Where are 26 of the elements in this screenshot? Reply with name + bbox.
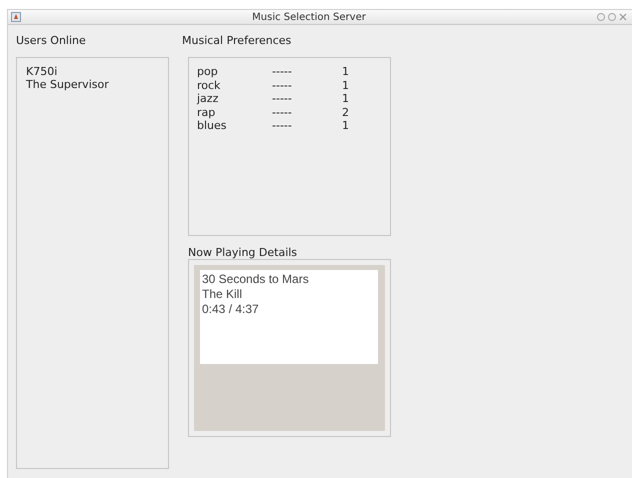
preference-count: 1	[342, 119, 349, 132]
genre-name: blues	[197, 119, 228, 132]
preference-count: 1	[342, 78, 349, 92]
detail-line: 30 Seconds to Mars	[202, 272, 309, 287]
close-icon[interactable]	[619, 13, 627, 21]
section-label: Now Playing Details	[188, 246, 298, 259]
genre-name: pop	[197, 65, 219, 78]
separator-text: -----	[272, 65, 293, 78]
separator-text: -----	[272, 119, 293, 132]
genre-name: rock	[197, 78, 222, 92]
separator-text: -----	[272, 92, 293, 106]
app-icon	[11, 12, 21, 22]
detail-line: The Kill	[202, 287, 242, 302]
section-label: Users Online	[16, 33, 87, 49]
detail-line: 0:43 / 4:37	[202, 302, 259, 317]
preference-count: 1	[342, 92, 349, 106]
preference-count: 1	[342, 65, 349, 78]
genre-name: jazz	[197, 92, 220, 106]
user-item[interactable]: The Supervisor	[26, 78, 109, 91]
genre-name: rap	[197, 106, 216, 119]
separator-text: -----	[272, 106, 293, 119]
window-title: Music Selection Server	[251, 10, 367, 24]
user-item[interactable]: K750i	[26, 65, 58, 78]
preference-count: 2	[342, 106, 349, 119]
section-label: Musical Preferences	[182, 33, 292, 49]
separator-text: -----	[272, 78, 293, 92]
